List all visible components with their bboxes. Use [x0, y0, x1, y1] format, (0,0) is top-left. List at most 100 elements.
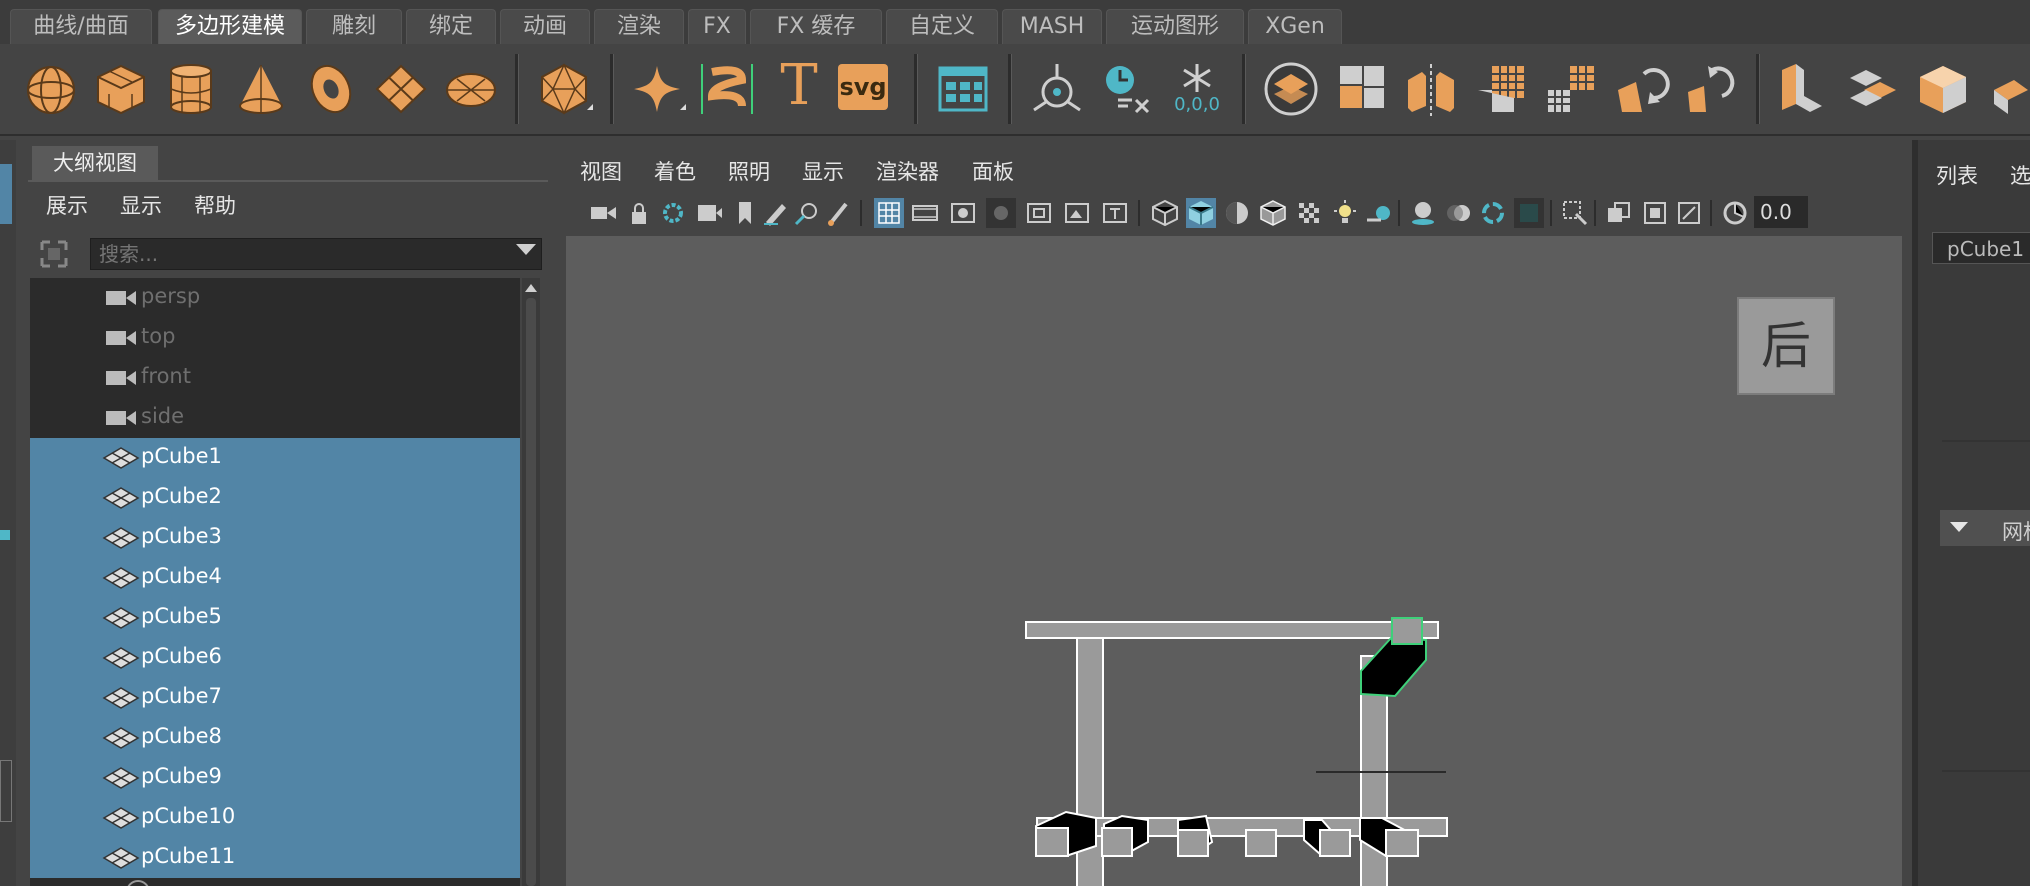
poke-icon[interactable]: [1984, 60, 2030, 118]
list-item[interactable]: pCube7: [30, 678, 520, 718]
reduce-icon[interactable]: [1542, 60, 1600, 118]
scene-mesh[interactable]: [1035, 827, 1069, 857]
depth-of-field-icon[interactable]: [1514, 198, 1544, 228]
shadows-icon[interactable]: [1364, 198, 1394, 228]
poly-plane-icon[interactable]: [372, 60, 430, 118]
camera-attributes-icon[interactable]: [658, 198, 688, 228]
xray-joints-icon[interactable]: [1640, 198, 1670, 228]
outliner-menu-show[interactable]: 展示: [46, 190, 88, 220]
tool-slot[interactable]: [0, 760, 12, 822]
poly-disc-icon[interactable]: [442, 60, 500, 118]
viewport-menu-view[interactable]: 视图: [580, 156, 622, 186]
isolate-select-icon[interactable]: [1560, 198, 1590, 228]
xray-icon[interactable]: [1604, 198, 1634, 228]
outliner-menu-display[interactable]: 显示: [120, 190, 162, 220]
list-item[interactable]: pCube1: [30, 438, 520, 478]
poly-sphere-icon[interactable]: [22, 60, 80, 118]
list-item[interactable]: pCube11: [30, 838, 520, 878]
tab-list[interactable]: 列表: [1936, 160, 1978, 190]
grid-toggle-icon[interactable]: [874, 198, 904, 228]
viewport-menu-shading[interactable]: 着色: [654, 156, 696, 186]
3d-viewport[interactable]: [566, 236, 1902, 886]
view-cube[interactable]: 后: [1737, 297, 1835, 395]
selected-mesh[interactable]: [1360, 635, 1427, 698]
exposure-icon[interactable]: [1720, 198, 1750, 228]
shelf-tab-sculpt[interactable]: 雕刻: [306, 9, 402, 44]
list-item[interactable]: pCube4: [30, 558, 520, 598]
textured-icon[interactable]: [1294, 198, 1324, 228]
scene-mesh[interactable]: [1177, 829, 1209, 857]
delete-history-icon[interactable]: [1098, 60, 1156, 118]
scene-mesh[interactable]: [1101, 827, 1133, 857]
tab-select[interactable]: 选: [2010, 160, 2030, 190]
smooth-shade-icon[interactable]: [1186, 198, 1216, 228]
viewport-menu-show[interactable]: 显示: [802, 156, 844, 186]
outliner-tab[interactable]: 大纲视图: [32, 146, 158, 180]
retopologize-icon[interactable]: [1682, 60, 1740, 118]
outliner-search-input[interactable]: [90, 238, 542, 270]
wireframe-on-shaded-icon[interactable]: [1258, 198, 1288, 228]
node-name-field[interactable]: pCube1: [1932, 232, 2030, 264]
select-tool-highlight[interactable]: [0, 164, 12, 224]
shelf-tab-animation[interactable]: 动画: [500, 9, 590, 44]
scene-geometry[interactable]: [566, 236, 1902, 886]
list-item[interactable]: pCube6: [30, 638, 520, 678]
svg-tool-icon[interactable]: svg: [838, 64, 888, 110]
super-shape-icon[interactable]: [628, 60, 686, 118]
selected-mesh-face[interactable]: [1391, 617, 1423, 645]
combine-icon[interactable]: [1262, 60, 1320, 118]
mesh-section-header[interactable]: 网格: [1940, 510, 2030, 546]
remesh-icon[interactable]: [1612, 60, 1670, 118]
platonic-solid-icon[interactable]: [535, 60, 593, 118]
list-item[interactable]: front: [30, 358, 520, 398]
separate-icon[interactable]: [1332, 60, 1390, 118]
gate-mask-icon[interactable]: [986, 198, 1016, 228]
list-item[interactable]: top: [30, 318, 520, 358]
center-pivot-icon[interactable]: [1028, 60, 1086, 118]
poly-torus-icon[interactable]: [302, 60, 360, 118]
bookmark-icon[interactable]: [730, 198, 760, 228]
shelf-tab-rendering[interactable]: 渲染: [594, 9, 684, 44]
safe-title-icon[interactable]: [1100, 198, 1130, 228]
list-item[interactable]: pCube9: [30, 758, 520, 798]
outliner-menu-help[interactable]: 帮助: [194, 190, 236, 220]
2d-pan-zoom-icon[interactable]: [792, 198, 822, 228]
viewport-menu-lighting[interactable]: 照明: [728, 156, 770, 186]
bevel-icon[interactable]: [1914, 60, 1972, 118]
sweep-mesh-icon[interactable]: [698, 60, 756, 118]
lock-camera-icon[interactable]: [624, 198, 654, 228]
shelf-tab-fx-cache[interactable]: FX 缓存: [750, 9, 882, 44]
shelf-tab-curves[interactable]: 曲线/曲面: [10, 9, 152, 44]
smooth-icon[interactable]: [1472, 60, 1530, 118]
poly-cylinder-icon[interactable]: [162, 60, 220, 118]
xray-components-icon[interactable]: [1674, 198, 1704, 228]
chevron-down-icon[interactable]: [516, 244, 536, 255]
filter-icon[interactable]: [38, 238, 70, 270]
shelf-tab-custom[interactable]: 自定义: [886, 9, 998, 44]
resolution-gate-icon[interactable]: [948, 198, 978, 228]
poly-cube-icon[interactable]: [92, 60, 150, 118]
safe-action-icon[interactable]: [1062, 198, 1092, 228]
scrollbar-thumb[interactable]: [526, 298, 536, 886]
content-browser-icon[interactable]: [934, 60, 992, 118]
poly-cone-icon[interactable]: [232, 60, 290, 118]
motion-blur-icon[interactable]: [1444, 198, 1474, 228]
default-material-icon[interactable]: [1222, 198, 1252, 228]
brush-icon[interactable]: [824, 198, 854, 228]
extrude-icon[interactable]: [1774, 60, 1832, 118]
list-item[interactable]: persp: [30, 278, 520, 318]
outliner-scrollbar[interactable]: [522, 278, 540, 886]
viewport-menu-renderer[interactable]: 渲染器: [876, 156, 939, 186]
list-item[interactable]: pCube2: [30, 478, 520, 518]
shelf-tab-rigging[interactable]: 绑定: [406, 9, 496, 44]
screen-space-ao-icon[interactable]: [1408, 198, 1438, 228]
shelf-tab-poly-modeling[interactable]: 多边形建模: [158, 9, 302, 44]
wireframe-icon[interactable]: [1150, 198, 1180, 228]
list-item[interactable]: pCube8: [30, 718, 520, 758]
list-item[interactable]: side: [30, 398, 520, 438]
panel-divider[interactable]: [1912, 140, 1918, 886]
shelf-tab-fx[interactable]: FX: [688, 9, 746, 44]
shelf-tab-mash[interactable]: MASH: [1002, 9, 1102, 44]
shelf-tab-xgen[interactable]: XGen: [1248, 9, 1342, 44]
mirror-icon[interactable]: [1402, 60, 1460, 118]
